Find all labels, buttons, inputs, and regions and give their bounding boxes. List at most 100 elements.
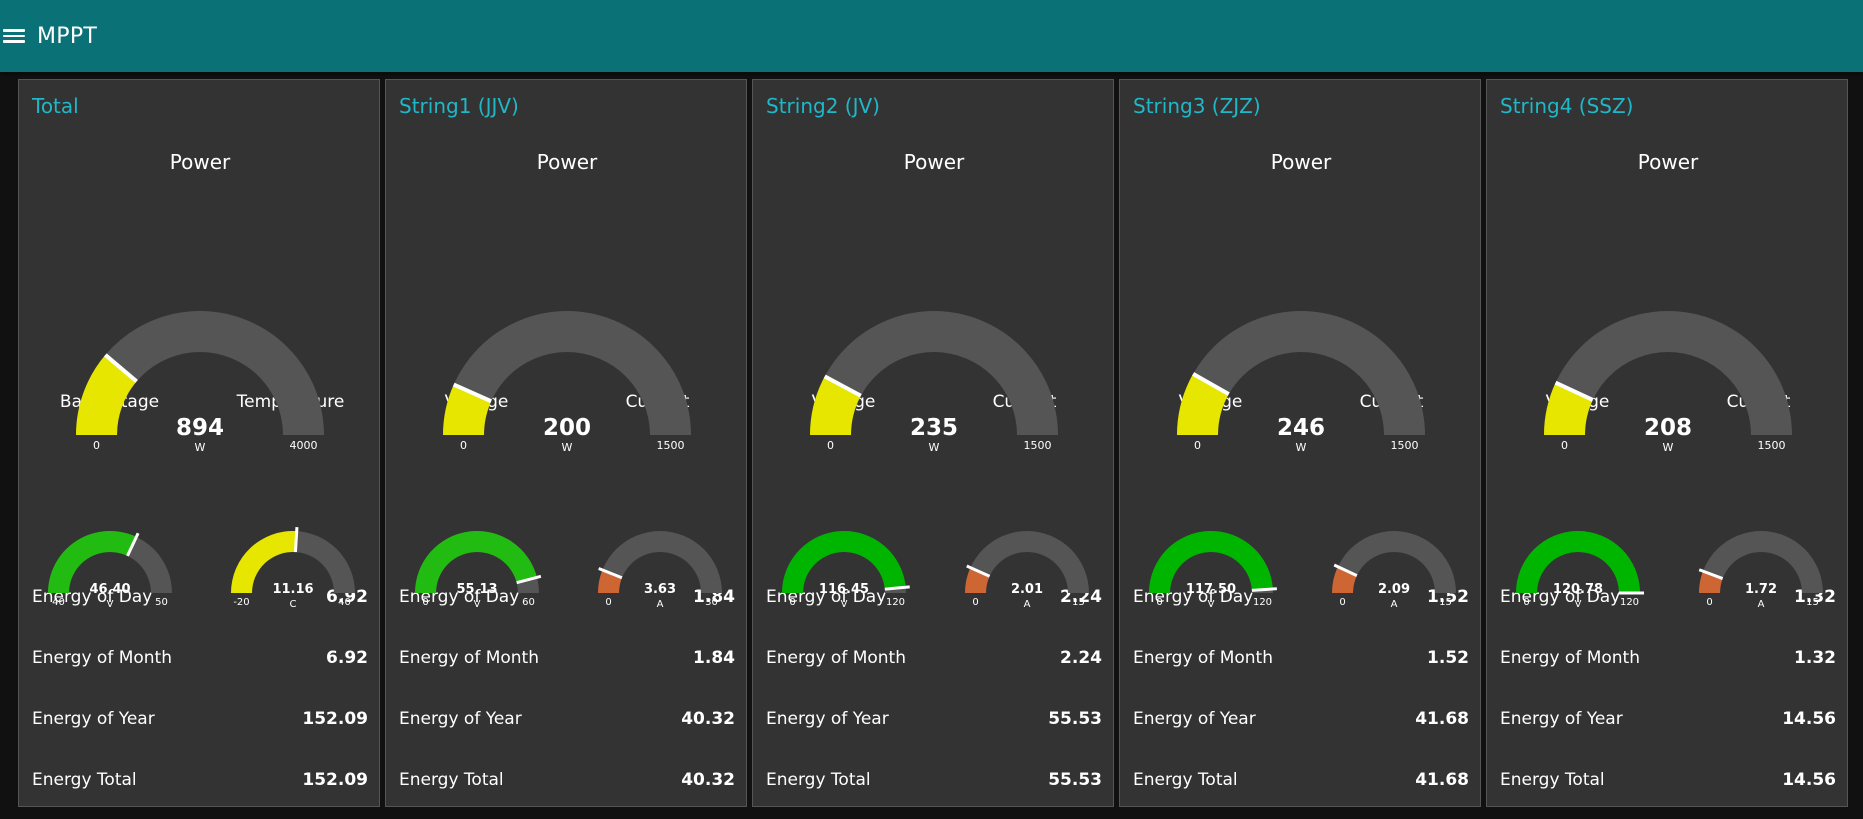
gauge-max-label: 120 <box>1253 597 1272 608</box>
gauge-min-label: 40 <box>52 597 65 608</box>
stat-row-energy-year: Energy of Year 40.32 <box>399 704 735 734</box>
card-title: String3 (ZJZ) <box>1133 94 1261 118</box>
gauge-min-label: 0 <box>1706 597 1712 608</box>
gauge-min-label: 0 <box>1339 597 1345 608</box>
gauge-max-label: 1500 <box>657 439 685 452</box>
stat-row-energy-year: Energy of Year 55.53 <box>766 704 1102 734</box>
stat-label: Energy Total <box>766 770 871 790</box>
gauge-value: 200 <box>543 415 591 441</box>
gauge-value: 2.09 <box>1378 582 1410 597</box>
gauge-value: 1.72 <box>1745 582 1777 597</box>
stat-value: 152.09 <box>302 770 368 790</box>
hamburger-menu-icon[interactable] <box>3 27 25 45</box>
stat-row-energy-month: Energy of Month 6.92 <box>32 643 368 673</box>
stat-label: Energy of Month <box>766 648 906 668</box>
stat-value: 14.56 <box>1782 770 1836 790</box>
gauge-max-label: 1500 <box>1391 439 1419 452</box>
stat-value: 55.53 <box>1048 709 1102 729</box>
stat-row-energy-month: Energy of Month 1.84 <box>399 643 735 673</box>
stat-label: Energy of Month <box>399 648 539 668</box>
gauge-value: 46.40 <box>89 582 130 597</box>
stat-label: Energy of Year <box>399 709 522 729</box>
gauge-min-label: -20 <box>233 597 249 608</box>
gauge-max-label: 1500 <box>1024 439 1052 452</box>
stat-label: Energy of Month <box>32 648 172 668</box>
card-title: String2 (JV) <box>766 94 880 118</box>
left-gauge: 116.45 V 0 120 <box>782 531 910 610</box>
stat-label: Energy Total <box>399 770 504 790</box>
gauge-max-label: 30 <box>705 597 718 608</box>
right-gauge: 1.72 A 0 15 <box>1698 531 1823 610</box>
gauge-unit: A <box>1024 599 1031 610</box>
gauge-unit: V <box>1208 599 1215 610</box>
power-gauge-title: Power <box>1270 150 1332 174</box>
gauge-unit: W <box>929 441 940 454</box>
gauge-max-label: 15 <box>1072 597 1085 608</box>
gauge-unit: A <box>1758 599 1765 610</box>
right-gauge: 2.01 A 0 15 <box>965 531 1089 610</box>
gauge-needle <box>293 527 299 553</box>
card-title: Total <box>32 94 79 118</box>
stat-value: 6.92 <box>326 648 368 668</box>
left-gauge: 117.50 V 0 120 <box>1149 531 1277 610</box>
gauge-min-label: 0 <box>972 597 978 608</box>
gauge-value: 3.63 <box>644 582 676 597</box>
card-string4: String4 (SSZ) Power Voltage Current Ener… <box>1486 79 1848 807</box>
card-string2: String2 (JV) Power Voltage Current Energ… <box>752 79 1114 807</box>
stat-row-energy-total: Energy Total 14.56 <box>1500 765 1836 795</box>
stat-label: Energy of Year <box>1133 709 1256 729</box>
stat-label: Energy of Month <box>1133 648 1273 668</box>
gauge-max-label: 120 <box>1620 597 1639 608</box>
right-gauge: 11.16 C -20 40 <box>231 527 355 610</box>
gauge-min-label: 0 <box>827 439 834 452</box>
app-title: MPPT <box>37 23 98 49</box>
stat-label: Energy Total <box>32 770 137 790</box>
stat-row-energy-month: Energy of Month 1.52 <box>1133 643 1469 673</box>
power-gauge: 200W 0 1500 <box>443 311 691 454</box>
stat-value: 14.56 <box>1782 709 1836 729</box>
gauge-needle <box>1251 587 1277 592</box>
gauge-max-label: 50 <box>155 597 168 608</box>
gauge-min-label: 0 <box>1561 439 1568 452</box>
gauge-min-label: 0 <box>1523 597 1529 608</box>
stat-row-energy-month: Energy of Month 2.24 <box>766 643 1102 673</box>
stat-value: 1.52 <box>1427 648 1469 668</box>
gauge-unit: V <box>474 599 481 610</box>
power-gauge-title: Power <box>1637 150 1699 174</box>
stat-label: Energy of Month <box>1500 648 1640 668</box>
gauge-value: 11.16 <box>272 582 313 597</box>
stat-label: Energy of Year <box>1500 709 1623 729</box>
gauge-value: 55.13 <box>456 582 497 597</box>
gauge-value: 208 <box>1644 415 1692 441</box>
gauge-min-label: 0 <box>93 439 100 452</box>
gauge-unit: W <box>195 441 206 454</box>
stat-row-energy-year: Energy of Year 152.09 <box>32 704 368 734</box>
stat-value: 40.32 <box>681 770 735 790</box>
card-total: Total Power BattVoltage Temperature Ener… <box>18 79 380 807</box>
stat-row-energy-total: Energy Total 55.53 <box>766 765 1102 795</box>
stat-value: 152.09 <box>302 709 368 729</box>
gauge-min-label: 0 <box>422 597 428 608</box>
card-string1: String1 (JJV) Power Voltage Current Ener… <box>385 79 747 807</box>
stat-value: 55.53 <box>1048 770 1102 790</box>
power-gauge: 894W 0 4000 <box>76 311 324 454</box>
stat-row-energy-year: Energy of Year 41.68 <box>1133 704 1469 734</box>
stat-value: 41.68 <box>1415 709 1469 729</box>
stat-label: Energy of Year <box>32 709 155 729</box>
card-string3: String3 (ZJZ) Power Voltage Current Ener… <box>1119 79 1481 807</box>
card-title: String4 (SSZ) <box>1500 94 1634 118</box>
gauge-value: 2.01 <box>1011 582 1043 597</box>
gauge-max-label: 15 <box>1439 597 1452 608</box>
gauge-unit: V <box>107 599 114 610</box>
gauge-max-label: 60 <box>522 597 535 608</box>
right-gauge: 2.09 A 0 15 <box>1332 531 1456 610</box>
gauge-min-label: 0 <box>1194 439 1201 452</box>
left-gauge: 46.40 V 40 50 <box>48 531 172 610</box>
gauge-value: 235 <box>910 415 958 441</box>
stat-value: 40.32 <box>681 709 735 729</box>
stat-row-energy-year: Energy of Year 14.56 <box>1500 704 1836 734</box>
power-gauge-title: Power <box>903 150 965 174</box>
gauge-value: 120.78 <box>1553 582 1603 597</box>
stat-label: Energy Total <box>1133 770 1238 790</box>
gauge-value: 246 <box>1277 415 1325 441</box>
